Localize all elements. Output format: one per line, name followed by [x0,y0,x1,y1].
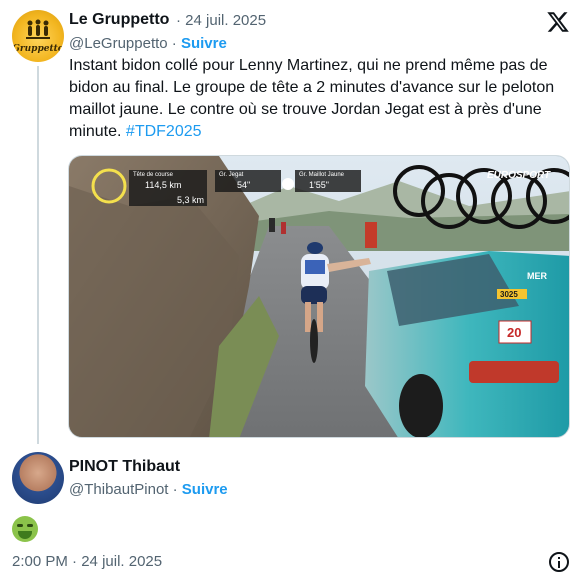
info-icon[interactable] [549,552,569,572]
emoji-left-eye [17,524,23,527]
overlay-group3-gap: 1'55" [309,180,329,190]
overlay-group3-label: Gr. Maillot Jaune [299,172,345,178]
car-plate: 3025 [500,290,518,299]
handle-separator: · [171,35,177,52]
car-number: 20 [507,325,521,340]
thread-connector-line [37,66,39,444]
separator-dot: · [176,12,181,29]
follow-button[interactable]: Suivre [181,35,227,52]
overlay-distance-to-go: 5,3 km [177,195,204,205]
overlay-distance-total: 114,5 km [145,180,181,190]
cyclists-logo-icon [26,19,50,39]
car-brand: MER [527,271,548,281]
post-timestamp[interactable]: 2:00 PM · 24 juil. 2025 [12,553,162,570]
reply-follow-button[interactable]: Suivre [182,481,228,498]
post-date[interactable]: 24 juil. 2025 [185,12,266,29]
x-logo-icon[interactable] [545,10,571,34]
post-media-video[interactable]: Tête de course 114,5 km 5,3 km Gr. Jegat… [68,155,570,438]
emoji-mouth [18,531,32,539]
reply-handle-line: @ThibautPinot · Suivre [69,481,228,498]
reply-handle-separator: · [172,481,178,498]
author-name[interactable]: Le Gruppetto [69,11,169,29]
overlay-leader-label: Tête de course [133,172,174,178]
footer-separator: · [72,553,78,570]
nauseated-face-emoji-icon [12,516,38,542]
thibaut-pinot-avatar[interactable] [12,452,64,504]
overlay-group2-gap: 54" [237,180,250,190]
author-handle-line: @LeGruppetto · Suivre [69,35,227,52]
post-text: Instant bidon collé pour Lenny Martinez,… [69,55,574,143]
race-scene-image: Tête de course 114,5 km 5,3 km Gr. Jegat… [69,156,569,437]
reply-author-name[interactable]: PINOT Thibaut [69,458,180,476]
reply-author-handle[interactable]: @ThibautPinot [69,481,168,498]
le-gruppetto-avatar[interactable]: Gruppetto [12,10,64,62]
embedded-tweet-card: Gruppetto Le Gruppetto · 24 juil. 2025 @… [0,0,582,579]
post-date-line[interactable]: · 24 juil. 2025 [176,12,266,29]
broadcaster-logo: EUROSPORT [487,170,551,181]
avatar-logo-text: Gruppetto [12,44,64,54]
emoji-right-eye [27,524,33,527]
hashtag-link[interactable]: #TDF2025 [126,123,202,140]
author-handle[interactable]: @LeGruppetto [69,35,168,52]
footer-date: 24 juil. 2025 [81,553,163,570]
overlay-group2-label: Gr. Jegat [219,172,244,178]
post-time: 2:00 PM [12,553,68,570]
